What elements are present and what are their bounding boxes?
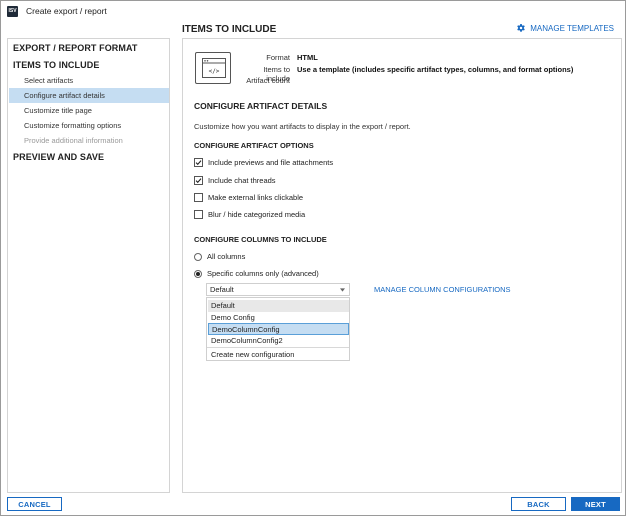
app-icon: ISV (7, 5, 18, 17)
checkbox-blur-media[interactable] (194, 210, 203, 219)
sidebar-section-items-to-include[interactable]: ITEMS TO INCLUDE (13, 60, 99, 70)
chevron-down-icon (340, 288, 345, 292)
sidebar-section-preview-and-save[interactable]: PREVIEW AND SAVE (13, 152, 104, 162)
title-bar: ISV Create export / report (1, 1, 625, 21)
items-to-include-value: Use a template (includes specific artifa… (297, 65, 574, 74)
format-label: Format (266, 53, 290, 62)
columns-heading: CONFIGURE COLUMNS TO INCLUDE (194, 235, 327, 244)
column-config-dropdown[interactable]: Default (206, 283, 350, 296)
option-external-links[interactable]: Make external links clickable (194, 193, 303, 202)
dropdown-separator (207, 347, 349, 348)
sidebar-item-additional-information: Provide additional information (24, 136, 123, 145)
window-title: Create export / report (26, 6, 107, 16)
check-icon (195, 178, 202, 184)
checkbox-include-chat-threads[interactable] (194, 176, 203, 185)
back-button[interactable]: BACK (511, 497, 566, 511)
radio-selected-dot (196, 271, 200, 276)
manage-column-configurations-link[interactable]: MANAGE COLUMN CONFIGURATIONS (374, 285, 511, 294)
app-icon-text: ISV (8, 8, 17, 14)
option-blur-media-label: Blur / hide categorized media (208, 210, 306, 219)
sidebar-item-customize-title-page[interactable]: Customize title page (9, 103, 169, 118)
sidebar-section-export-format[interactable]: EXPORT / REPORT FORMAT (13, 43, 138, 53)
manage-templates-link[interactable]: MANAGE TEMPLATES (516, 23, 614, 33)
radio-specific-columns[interactable] (194, 269, 202, 278)
format-value: HTML (297, 53, 318, 62)
artifact-options-heading: CONFIGURE ARTIFACT OPTIONS (194, 141, 314, 150)
option-include-previews[interactable]: Include previews and file attachments (194, 158, 333, 167)
option-external-links-label: Make external links clickable (208, 193, 304, 202)
configure-details-description: Customize how you want artifacts to disp… (194, 122, 411, 131)
content-pane: </> Format HTML Items to include Use a t… (182, 38, 622, 493)
export-dialog-window: ISV Create export / report EXPORT / REPO… (0, 0, 626, 516)
checkbox-include-previews[interactable] (194, 158, 203, 167)
radio-specific-columns-label: Specific columns only (advanced) (207, 269, 319, 278)
option-blur-media[interactable]: Blur / hide categorized media (194, 210, 305, 219)
sidebar-item-select-artifacts[interactable]: Select artifacts (9, 73, 169, 88)
radio-row-specific-columns[interactable]: Specific columns only (advanced) (194, 269, 319, 278)
html-file-icon: </> (195, 52, 231, 84)
dropdown-option-democolumnconfig2[interactable]: DemoColumnConfig2 (208, 335, 349, 347)
wizard-steps-sidebar: EXPORT / REPORT FORMAT ITEMS TO INCLUDE … (7, 38, 170, 493)
option-include-chat-threads-label: Include chat threads (208, 176, 276, 185)
artifact-count-label: Artifact count (246, 76, 290, 85)
sidebar-item-customize-formatting[interactable]: Customize formatting options (9, 118, 169, 133)
radio-row-all-columns[interactable]: All columns (194, 252, 245, 261)
radio-all-columns-label: All columns (207, 252, 246, 261)
svg-text:</>: </> (209, 68, 220, 75)
dropdown-option-democolumnconfig[interactable]: DemoColumnConfig (208, 323, 349, 335)
cancel-button[interactable]: CANCEL (7, 497, 62, 511)
page-title: ITEMS TO INCLUDE (182, 24, 277, 35)
gear-icon (517, 24, 526, 32)
column-config-selected: Default (210, 285, 234, 294)
checkbox-external-links[interactable] (194, 193, 203, 202)
manage-templates-label: MANAGE TEMPLATES (530, 23, 614, 33)
option-include-chat-threads[interactable]: Include chat threads (194, 176, 276, 185)
column-config-options-list: Default Demo Config DemoColumnConfig Dem… (206, 297, 350, 361)
next-button[interactable]: NEXT (571, 497, 620, 511)
check-icon (195, 160, 202, 166)
dropdown-option-default[interactable]: Default (208, 300, 349, 312)
dropdown-option-create-new[interactable]: Create new configuration (208, 349, 349, 361)
sidebar-item-configure-artifact-details[interactable]: Configure artifact details (9, 88, 169, 103)
option-include-previews-label: Include previews and file attachments (208, 158, 334, 167)
configure-artifact-details-heading: CONFIGURE ARTIFACT DETAILS (194, 101, 328, 111)
radio-all-columns[interactable] (194, 252, 202, 261)
